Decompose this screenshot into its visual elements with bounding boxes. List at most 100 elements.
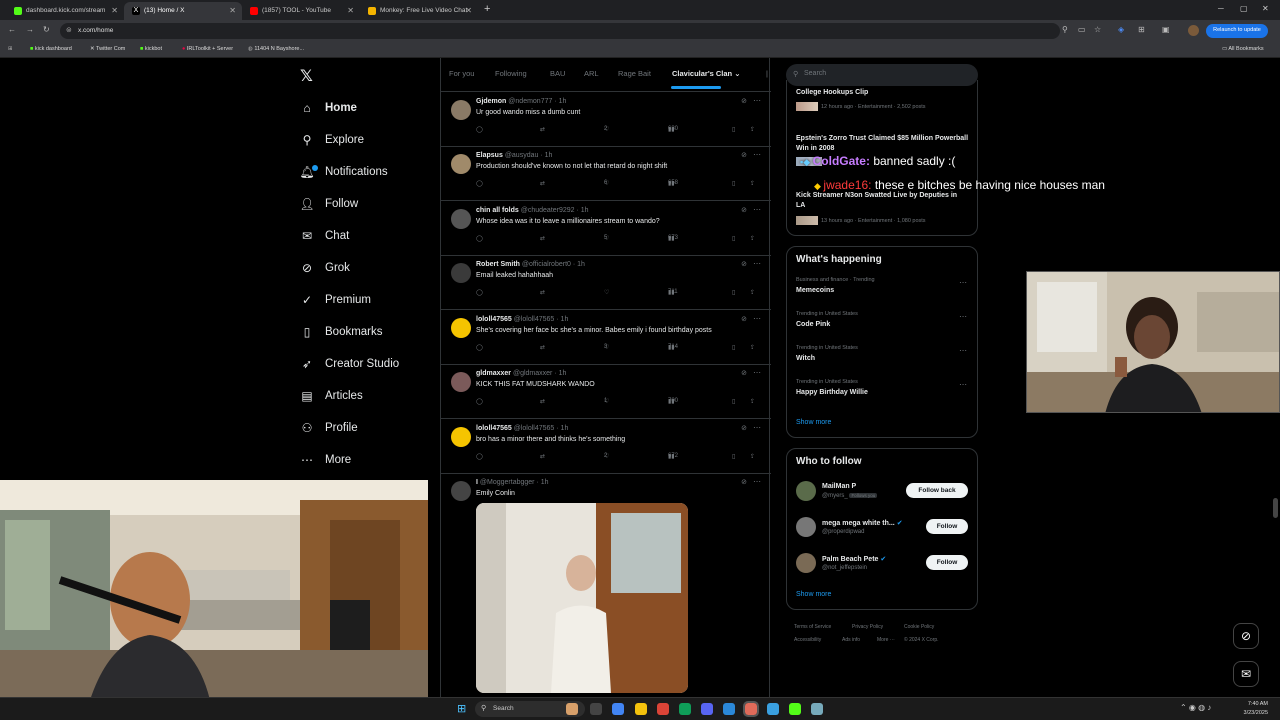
tweet[interactable]: gldmaxxer @gldmaxxer · 1h KICK THIS FAT M… (441, 364, 771, 419)
follow-button[interactable]: Follow (926, 555, 968, 570)
reply-icon[interactable]: ◯ (476, 453, 483, 460)
reply-icon[interactable]: ◯ (476, 398, 483, 405)
minimize-icon[interactable]: ─ (1218, 4, 1224, 13)
more-options-icon[interactable]: ⋯ (753, 205, 761, 214)
tab-arl[interactable]: ARL (584, 69, 599, 78)
avatar[interactable] (451, 263, 471, 283)
bookmark-icon[interactable]: ▯ (732, 180, 735, 187)
app-icon[interactable] (679, 703, 691, 715)
more-options-icon[interactable]: ⋯ (753, 477, 761, 486)
tweet[interactable]: Elapsus @ausydau · 1h Production should'v… (441, 146, 771, 201)
repost-icon[interactable]: ⇄ (540, 289, 545, 296)
file-explorer-icon[interactable] (635, 703, 647, 715)
grok-icon[interactable]: ⊘ (741, 315, 747, 323)
footer-link[interactable]: Terms of Service (794, 624, 831, 630)
tweet-author-name[interactable]: chin all folds (476, 207, 519, 214)
close-window-icon[interactable]: ✕ (1262, 4, 1269, 13)
sidebar-icon[interactable]: ▣ (1162, 25, 1170, 34)
grok-icon[interactable]: ⊘ (741, 424, 747, 432)
all-bookmarks[interactable]: ▭ All Bookmarks (1222, 46, 1264, 52)
nav-home[interactable]: ⌂ Home (298, 97, 357, 119)
footer-link[interactable]: More ··· (877, 637, 895, 643)
back-icon[interactable]: ← (8, 25, 16, 34)
tweet-author-handle[interactable]: @ausydau · 1h (505, 152, 553, 159)
share-icon[interactable]: ⇪ (750, 235, 755, 242)
tweet-author-handle[interactable]: @chudeater9292 · 1h (521, 207, 589, 214)
browser-tab-x-home[interactable]: X (13) Home / X ✕ (124, 2, 242, 20)
bookmark-kickbot[interactable]: ■ kickbot (140, 46, 162, 52)
tweet-author-handle[interactable]: @lololl47565 · 1h (514, 316, 569, 323)
nav-chat[interactable]: ✉ Chat (298, 225, 349, 247)
x-logo-icon[interactable]: 𝕏 (300, 66, 313, 86)
tweet-image[interactable] (476, 503, 688, 693)
nav-grok[interactable]: ⊘ Grok (298, 257, 350, 279)
footer-link[interactable]: Accessibility (794, 637, 821, 643)
close-tab-icon[interactable]: ✕ (111, 6, 118, 15)
nav-premium[interactable]: ✓ Premium (298, 289, 371, 311)
nav-notifications[interactable]: 🔔︎ Notifications (298, 161, 388, 183)
tab-rage-bait[interactable]: Rage Bait (618, 69, 651, 78)
more-options-icon[interactable]: ⋯ (753, 314, 761, 323)
forward-icon[interactable]: → (26, 25, 34, 34)
maximize-icon[interactable]: ▢ (1240, 4, 1248, 13)
bookmark-address[interactable]: ◍ 11404 N Bayshore... (248, 46, 304, 52)
discord-icon[interactable] (701, 703, 713, 715)
tab-claviculars-clan[interactable]: Clavicular's Clan ⌄ (672, 69, 741, 78)
bookmark-kick-dashboard[interactable]: ■ kick dashboard (30, 46, 72, 52)
tweet[interactable]: I @Moggertabgger · 1h Emily Conlin ⊘ ⋯ (441, 473, 771, 700)
who-to-follow-show-more[interactable]: Show more (796, 591, 831, 598)
scrollbar-thumb[interactable] (1273, 498, 1278, 518)
bookmark-icon[interactable]: ▯ (732, 126, 735, 133)
avatar[interactable] (796, 553, 816, 573)
nav-creator-studio[interactable]: ➶ Creator Studio (298, 353, 399, 375)
whats-happening-show-more[interactable]: Show more (796, 419, 831, 426)
site-info-icon[interactable]: ⊜ (66, 26, 72, 34)
address-bar[interactable]: ⊜ x.com/home (60, 23, 1060, 39)
follow-button[interactable]: Follow (926, 519, 968, 534)
app-icon[interactable] (811, 703, 823, 715)
footer-link[interactable]: Ads info (842, 637, 860, 643)
nav-bookmarks[interactable]: ▯ Bookmarks (298, 321, 383, 343)
messages-fab-icon[interactable]: ✉ (1233, 661, 1259, 687)
more-options-icon[interactable]: ⋯ (959, 346, 967, 355)
tweet-author-name[interactable]: I (476, 479, 478, 486)
repost-icon[interactable]: ⇄ (540, 453, 545, 460)
grok-icon[interactable]: ⊘ (741, 97, 747, 105)
nav-follow[interactable]: 👤︎ Follow (298, 193, 358, 215)
tweet[interactable]: Robert Smith @officialrobert0 · 1h Email … (441, 255, 771, 310)
windows-start-icon[interactable]: ⊞ (457, 702, 466, 715)
tweet-author-name[interactable]: lololl47565 (476, 316, 512, 323)
share-icon[interactable]: ⇪ (750, 344, 755, 351)
extension-icon[interactable]: ◈ (1118, 25, 1124, 34)
grok-icon[interactable]: ⊘ (741, 478, 747, 486)
close-tab-icon[interactable]: ✕ (229, 6, 236, 15)
more-options-icon[interactable]: ⋯ (959, 380, 967, 389)
reply-icon[interactable]: ◯ (476, 235, 483, 242)
cast-icon[interactable]: ▭ (1078, 25, 1086, 34)
kick-app-icon[interactable] (789, 703, 801, 715)
apps-icon[interactable]: ⊞ (8, 46, 13, 52)
obs-icon[interactable] (743, 701, 759, 717)
avatar[interactable] (451, 100, 471, 120)
suggestion-name[interactable]: Palm Beach Pete ✔ (822, 555, 886, 563)
profile-avatar[interactable] (1188, 25, 1199, 36)
zoom-icon[interactable]: ⚲ (1062, 25, 1068, 34)
widget-icon[interactable] (566, 703, 578, 715)
bookmark-icon[interactable]: ▯ (732, 289, 735, 296)
tweet[interactable]: lololl47565 @lololl47565 · 1h bro has a m… (441, 419, 771, 474)
more-options-icon[interactable]: ⋯ (753, 96, 761, 105)
tweet-author-name[interactable]: lololl47565 (476, 425, 512, 432)
star-icon[interactable]: ☆ (1094, 25, 1101, 34)
repost-icon[interactable]: ⇄ (540, 126, 545, 133)
avatar[interactable] (451, 481, 471, 501)
repost-icon[interactable]: ⇄ (540, 235, 545, 242)
tweet-author-name[interactable]: Gjdemon (476, 98, 506, 105)
close-tab-icon[interactable]: ✕ (347, 6, 354, 15)
share-icon[interactable]: ⇪ (750, 180, 755, 187)
avatar[interactable] (796, 517, 816, 537)
bookmark-icon[interactable]: ▯ (732, 235, 735, 242)
tab-following[interactable]: Following (495, 69, 527, 78)
repost-icon[interactable]: ⇄ (540, 180, 545, 187)
relaunch-button[interactable]: Relaunch to update (1206, 24, 1268, 38)
share-icon[interactable]: ⇪ (750, 398, 755, 405)
